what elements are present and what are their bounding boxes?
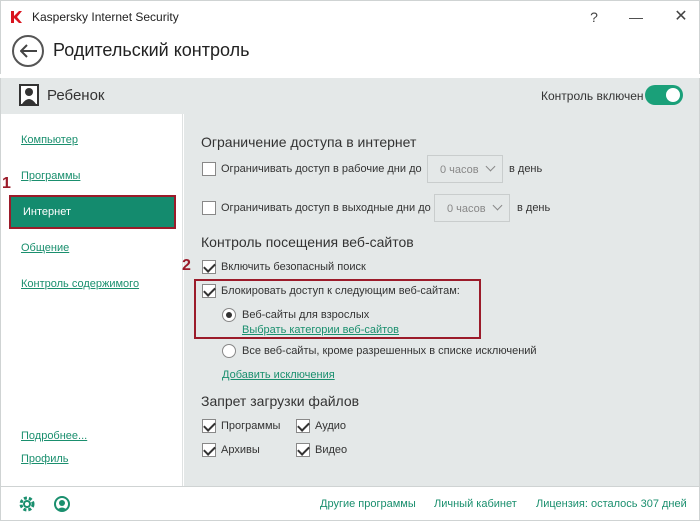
sidebar: Компьютер Программы 1 Интернет Общение К…	[0, 114, 183, 486]
all-except-radio[interactable]	[222, 344, 236, 358]
archives-label: Архивы	[221, 444, 260, 456]
window-title: Kaspersky Internet Security	[32, 10, 179, 24]
chevron-down-icon	[485, 161, 496, 172]
footer: Другие программы Личный кабинет Лицензия…	[0, 486, 700, 521]
adult-sites-radio[interactable]	[222, 308, 236, 322]
more-link[interactable]: Подробнее...	[21, 430, 87, 442]
programs-checkbox[interactable]	[202, 419, 216, 433]
workdays-label: Ограничивать доступ в рабочие дни до	[221, 163, 422, 175]
programs-label: Программы	[221, 420, 281, 432]
page-title: Родительский контроль	[53, 40, 250, 60]
child-avatar-icon	[19, 84, 39, 106]
gear-icon[interactable]	[18, 495, 36, 513]
annotation-marker-1: 1	[2, 175, 11, 192]
weekends-label: Ограничивать доступ в выходные дни до	[221, 202, 431, 214]
kaspersky-logo-icon	[11, 11, 22, 23]
minimize-button[interactable]: —	[626, 7, 646, 27]
weekends-hours-select[interactable]: 0 часов	[434, 194, 510, 222]
sidebar-item-communication[interactable]: Общение	[21, 242, 69, 254]
weekends-checkbox[interactable]	[202, 201, 216, 215]
title-bar: Kaspersky Internet Security ? — ✕	[0, 0, 700, 32]
weekends-suffix: в день	[517, 202, 551, 214]
workdays-hours-value: 0 часов	[440, 164, 479, 176]
page-header: Родительский контроль	[0, 32, 700, 74]
control-status-label: Контроль включен	[541, 89, 644, 103]
workdays-suffix: в день	[509, 163, 543, 175]
sidebar-item-content-control[interactable]: Контроль содержимого	[21, 278, 139, 290]
other-programs-link[interactable]: Другие программы	[320, 498, 416, 510]
sidebar-item-programs[interactable]: Программы	[21, 170, 80, 182]
block-sites-checkbox[interactable]	[202, 284, 216, 298]
support-icon[interactable]	[53, 495, 71, 513]
add-exceptions-link[interactable]: Добавить исключения	[222, 369, 335, 381]
workdays-checkbox[interactable]	[202, 162, 216, 176]
safe-search-checkbox[interactable]	[202, 260, 216, 274]
workdays-hours-select[interactable]: 0 часов	[427, 155, 503, 183]
profile-bar: Ребенок Контроль включен	[0, 78, 700, 114]
weekends-hours-value: 0 часов	[447, 203, 486, 215]
sidebar-item-computer[interactable]: Компьютер	[21, 134, 78, 146]
audio-checkbox[interactable]	[296, 419, 310, 433]
chevron-down-icon	[492, 200, 503, 211]
video-label: Видео	[315, 444, 348, 456]
back-button[interactable]	[12, 35, 44, 67]
all-except-label: Все веб-сайты, кроме разрешенных в списк…	[242, 345, 537, 357]
safe-search-label: Включить безопасный поиск	[221, 261, 366, 273]
sidebar-item-label: Интернет	[23, 206, 71, 218]
license-link[interactable]: Лицензия: осталось 307 дней	[536, 498, 687, 510]
choose-categories-link[interactable]: Выбрать категории веб-сайтов	[242, 324, 399, 336]
annotation-marker-2: 2	[182, 257, 191, 274]
adult-sites-label: Веб-сайты для взрослых	[242, 309, 370, 321]
main-panel: Ограничение доступа в интернет Ограничив…	[182, 114, 700, 486]
audio-label: Аудио	[315, 420, 347, 432]
account-link[interactable]: Личный кабинет	[434, 498, 517, 510]
block-sites-label: Блокировать доступ к следующим веб-сайта…	[221, 285, 460, 297]
help-button[interactable]: ?	[584, 7, 604, 27]
access-section-title: Ограничение доступа в интернет	[201, 134, 417, 150]
close-button[interactable]: ✕	[671, 7, 691, 27]
archives-checkbox[interactable]	[202, 443, 216, 457]
sidebar-item-internet[interactable]: Интернет	[9, 195, 176, 229]
downloads-section-title: Запрет загрузки файлов	[201, 393, 360, 409]
video-checkbox[interactable]	[296, 443, 310, 457]
control-toggle[interactable]	[645, 85, 683, 105]
profile-name: Ребенок	[47, 87, 105, 104]
toggle-knob	[666, 88, 680, 102]
profile-link[interactable]: Профиль	[21, 453, 69, 465]
sites-section-title: Контроль посещения веб-сайтов	[201, 234, 414, 250]
arrow-left-icon	[20, 44, 37, 58]
